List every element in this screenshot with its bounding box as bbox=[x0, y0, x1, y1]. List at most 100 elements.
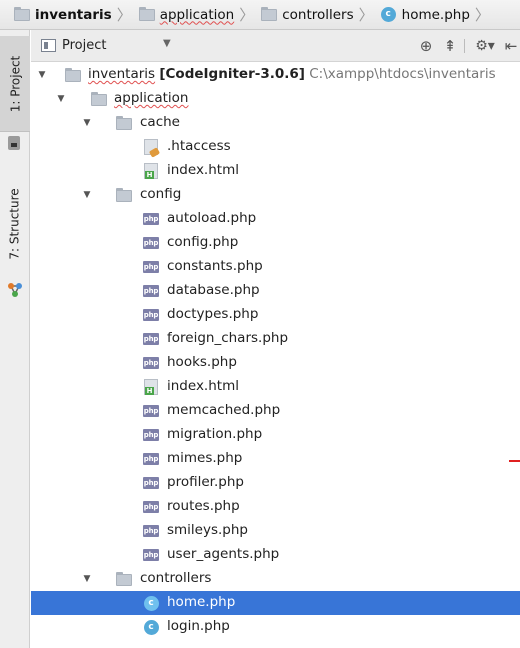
project-tree: ▼ inventaris [CodeIgniter-3.0.6] C:\xamp… bbox=[31, 63, 520, 648]
collapse-all-icon[interactable]: ⇞ bbox=[440, 36, 460, 56]
tree-node-label: doctypes.php bbox=[167, 306, 259, 322]
tree-file-login-php[interactable]: c login.php bbox=[31, 615, 520, 639]
php-file-icon: php bbox=[143, 549, 159, 561]
folder-icon bbox=[116, 116, 132, 130]
php-file-icon: php bbox=[143, 525, 159, 537]
breadcrumb-label: controllers bbox=[282, 6, 354, 23]
tree-node-label: login.php bbox=[167, 618, 230, 634]
tree-file[interactable]: php profiler.php bbox=[31, 471, 520, 495]
tree-file[interactable]: index.html bbox=[31, 375, 520, 399]
tree-file-htaccess[interactable]: .htaccess bbox=[31, 135, 520, 159]
breadcrumb-item-application[interactable]: application 〉 bbox=[138, 0, 261, 30]
chevron-right-icon: 〉 bbox=[358, 6, 374, 24]
error-marker bbox=[509, 460, 520, 462]
gear-icon[interactable]: ⚙▾ bbox=[472, 36, 498, 56]
tree-node-label: .htaccess bbox=[167, 138, 231, 154]
structure-icon bbox=[8, 283, 22, 297]
php-file-icon: php bbox=[143, 213, 159, 225]
tree-node-label: database.php bbox=[167, 282, 260, 298]
chevron-down-icon[interactable]: ▼ bbox=[163, 38, 171, 49]
expand-arrow-icon[interactable]: ▼ bbox=[56, 94, 66, 104]
php-class-icon: c bbox=[143, 595, 159, 611]
breadcrumb-label: home.php bbox=[401, 6, 470, 23]
tree-file[interactable]: php database.php bbox=[31, 279, 520, 303]
php-file-icon: php bbox=[143, 333, 159, 345]
php-file-icon: php bbox=[143, 309, 159, 321]
tab-structure[interactable]: 7: Structure bbox=[0, 170, 30, 278]
breadcrumb-label: application bbox=[159, 6, 235, 23]
tab-label: 1: Project bbox=[8, 55, 22, 112]
tree-node-label: mimes.php bbox=[167, 450, 243, 466]
tree-node-label: profiler.php bbox=[167, 474, 244, 490]
tree-node-label: application bbox=[114, 90, 189, 106]
tree-node-cache[interactable]: ▼ cache bbox=[31, 111, 520, 135]
tree-file[interactable]: php config.php bbox=[31, 231, 520, 255]
project-tab-icon bbox=[8, 136, 20, 150]
folder-icon bbox=[116, 188, 132, 202]
hide-panel-icon[interactable]: ⇤ bbox=[501, 36, 520, 56]
tree-node-label: home.php bbox=[167, 594, 236, 610]
php-file-icon: php bbox=[143, 357, 159, 369]
tree-node-label: config.php bbox=[167, 234, 239, 250]
tree-node-label: migration.php bbox=[167, 426, 263, 442]
php-class-icon: c bbox=[380, 7, 396, 22]
expand-arrow-icon[interactable]: ▼ bbox=[82, 190, 92, 200]
html-file-icon bbox=[144, 379, 158, 395]
chevron-right-icon: 〉 bbox=[116, 6, 132, 24]
tree-file[interactable]: php smileys.php bbox=[31, 519, 520, 543]
php-file-icon: php bbox=[143, 285, 159, 297]
tree-file[interactable]: php routes.php bbox=[31, 495, 520, 519]
breadcrumb-item-inventaris[interactable]: inventaris 〉 bbox=[14, 0, 139, 30]
tree-file[interactable]: php constants.php bbox=[31, 255, 520, 279]
breadcrumb-item-controllers[interactable]: controllers 〉 bbox=[261, 0, 380, 30]
tree-file[interactable]: php migration.php bbox=[31, 423, 520, 447]
folder-icon bbox=[138, 6, 155, 21]
tree-file[interactable]: php memcached.php bbox=[31, 399, 520, 423]
tree-file[interactable]: php mimes.php bbox=[31, 447, 520, 471]
php-file-icon: php bbox=[143, 237, 159, 249]
tree-node-label: smileys.php bbox=[167, 522, 248, 538]
tree-node-config[interactable]: ▼ config bbox=[31, 183, 520, 207]
tree-node-label: inventaris [CodeIgniter-3.0.6] C:\xampp\… bbox=[88, 66, 496, 82]
project-name: [CodeIgniter-3.0.6] bbox=[159, 66, 305, 82]
tree-node-label: index.html bbox=[167, 162, 239, 178]
tree-file-index-html[interactable]: index.html bbox=[31, 159, 520, 183]
tree-file[interactable]: php foreign_chars.php bbox=[31, 327, 520, 351]
tree-node-label: user_agents.php bbox=[167, 546, 280, 562]
tree-node-label: routes.php bbox=[167, 498, 240, 514]
folder-icon bbox=[65, 68, 81, 82]
expand-arrow-icon[interactable]: ▼ bbox=[37, 70, 47, 80]
project-panel-header: Project ▼ ⊕ ⇞ ⚙▾ ⇤ bbox=[31, 30, 520, 62]
breadcrumb: inventaris 〉 application 〉 controllers 〉… bbox=[0, 0, 520, 30]
project-view-selector[interactable]: Project bbox=[62, 38, 106, 53]
tree-file-home-php[interactable]: c home.php bbox=[31, 591, 520, 615]
tree-file[interactable]: php doctypes.php bbox=[31, 303, 520, 327]
tree-node-label: cache bbox=[140, 114, 180, 130]
folder-icon bbox=[14, 6, 30, 21]
tree-node-label: foreign_chars.php bbox=[167, 330, 289, 346]
tree-file[interactable]: php autoload.php bbox=[31, 207, 520, 231]
expand-arrow-icon[interactable]: ▼ bbox=[82, 118, 92, 128]
locate-target-icon[interactable]: ⊕ bbox=[416, 36, 436, 56]
chevron-right-icon: 〉 bbox=[239, 6, 255, 24]
tree-node-controllers[interactable]: ▼ controllers bbox=[31, 567, 520, 591]
php-file-icon: php bbox=[143, 477, 159, 489]
tree-file[interactable]: php user_agents.php bbox=[31, 543, 520, 567]
php-file-icon: php bbox=[143, 501, 159, 513]
php-file-icon: php bbox=[143, 405, 159, 417]
tree-node-application[interactable]: ▼ application bbox=[31, 87, 520, 111]
folder-icon bbox=[261, 6, 278, 21]
php-file-icon: php bbox=[143, 453, 159, 465]
tree-file[interactable]: php hooks.php bbox=[31, 351, 520, 375]
chevron-right-icon: 〉 bbox=[474, 6, 490, 24]
breadcrumb-label: inventaris bbox=[35, 6, 112, 23]
php-class-icon: c bbox=[143, 619, 159, 635]
tree-node-root[interactable]: ▼ inventaris [CodeIgniter-3.0.6] C:\xamp… bbox=[31, 63, 520, 87]
breadcrumb-item-home-php[interactable]: c home.php 〉 bbox=[380, 0, 497, 30]
toolbar-divider bbox=[464, 39, 465, 53]
tree-node-label: memcached.php bbox=[167, 402, 281, 418]
html-file-icon bbox=[144, 163, 158, 179]
expand-arrow-icon[interactable]: ▼ bbox=[82, 574, 92, 584]
htaccess-file-icon bbox=[144, 139, 158, 155]
tab-project[interactable]: 1: Project bbox=[0, 36, 30, 132]
